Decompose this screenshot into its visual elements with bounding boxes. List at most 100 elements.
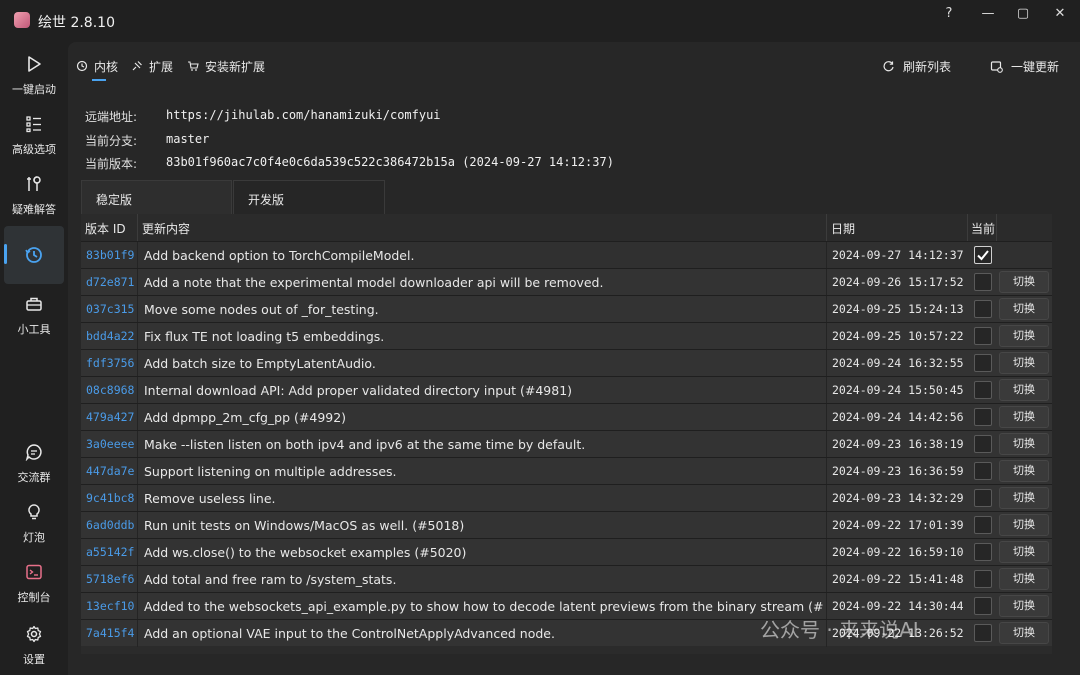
table-row[interactable]: 5718ef6 Add total and free ram to /system…	[81, 565, 1052, 593]
update-icon	[990, 60, 1003, 73]
current-checkbox[interactable]	[974, 516, 992, 534]
table-row[interactable]: 83b01f9 Add backend option to TorchCompil…	[81, 241, 1052, 269]
commit-date: 2024-09-23 14:32:29	[832, 491, 964, 505]
switch-version-button[interactable]: 切换	[999, 460, 1049, 482]
switch-version-button[interactable]: 切换	[999, 352, 1049, 374]
main-panel: 内核 扩展 安装新扩展 刷新列表 一键更新 远端地址: https://jihu…	[68, 42, 1080, 675]
switch-version-button[interactable]: 切换	[999, 406, 1049, 428]
sidebar-item-version[interactable]	[4, 226, 64, 284]
tab-dev[interactable]: 开发版	[233, 180, 385, 214]
sidebar-item-troubleshoot[interactable]: 疑难解答	[4, 166, 64, 224]
sidebar-item-label: 控制台	[17, 591, 51, 604]
sidebar-item-community[interactable]: 交流群	[4, 434, 64, 492]
current-checkbox[interactable]	[974, 327, 992, 345]
update-label: 一键更新	[1011, 59, 1060, 74]
current-checkbox[interactable]	[974, 597, 992, 615]
sidebar-item-settings[interactable]: 设置	[4, 616, 64, 674]
current-checkbox[interactable]	[974, 408, 992, 426]
version-id: 447da7e	[86, 464, 135, 478]
current-checkbox[interactable]	[974, 246, 992, 264]
sidebar-item-launch[interactable]: 一键启动	[4, 46, 64, 104]
version-id: 3a0eeee	[86, 437, 135, 451]
switch-version-button[interactable]: 切换	[999, 541, 1049, 563]
version-id: 037c315	[86, 302, 135, 316]
current-checkbox[interactable]	[974, 543, 992, 561]
version-id: 7a415f4	[86, 626, 135, 640]
sidebar: 一键启动 高级选项 疑难解答 小工具 交流群 灯泡 控制台 设置	[0, 42, 68, 675]
tab-label: 扩展	[149, 59, 174, 74]
commit-message: Internal download API: Add proper valida…	[144, 383, 573, 398]
help-button[interactable]: ?	[933, 4, 965, 24]
switch-version-button[interactable]: 切换	[999, 487, 1049, 509]
tab-install-extension[interactable]: 安装新扩展	[187, 57, 265, 75]
switch-version-button[interactable]: 切换	[999, 568, 1049, 590]
commit-message: Remove useless line.	[144, 491, 276, 506]
version-row: 当前版本: 83b01f960ac7c0f4e0c6da539c522c3864…	[85, 155, 614, 172]
tab-kernel[interactable]: 内核	[76, 57, 118, 81]
switch-version-button[interactable]: 切换	[999, 298, 1049, 320]
header-id[interactable]: 版本 ID	[85, 220, 126, 237]
current-checkbox[interactable]	[974, 462, 992, 480]
version-id: bdd4a22	[86, 329, 135, 343]
tools-icon	[23, 173, 45, 195]
commit-date: 2024-09-23 16:36:59	[832, 464, 964, 478]
current-checkbox[interactable]	[974, 300, 992, 318]
refresh-icon	[883, 60, 894, 71]
table-row[interactable]: 08c8968 Internal download API: Add proper…	[81, 376, 1052, 404]
minimize-button[interactable]: —	[972, 4, 1004, 24]
commit-message: Add dpmpp_2m_cfg_pp (#4992)	[144, 410, 347, 425]
version-id: 83b01f9	[86, 248, 135, 262]
table-row[interactable]: 447da7e Support listening on multiple add…	[81, 457, 1052, 485]
sidebar-item-lightbulb[interactable]: 灯泡	[4, 494, 64, 552]
commit-message: Add ws.close() to the websocket examples…	[144, 545, 467, 560]
tab-extensions[interactable]: 扩展	[131, 57, 173, 75]
table-row[interactable]: fdf3756 Add batch size to EmptyLatentAudi…	[81, 349, 1052, 377]
chat-icon	[23, 441, 45, 463]
table-row[interactable]: d72e871 Add a note that the experimental …	[81, 268, 1052, 296]
table-row[interactable]: 9c41bc8 Remove useless line. 2024-09-23 14…	[81, 484, 1052, 512]
console-icon	[23, 561, 45, 583]
table-row[interactable]: 6ad0ddb Run unit tests on Windows/MacOS a…	[81, 511, 1052, 539]
maximize-button[interactable]: ▢	[1007, 4, 1039, 24]
switch-version-button[interactable]: 切换	[999, 271, 1049, 293]
table-row[interactable]: 037c315 Move some nodes out of _for_testi…	[81, 295, 1052, 323]
sidebar-item-advanced[interactable]: 高级选项	[4, 106, 64, 164]
sidebar-item-console[interactable]: 控制台	[4, 554, 64, 612]
history-icon	[23, 244, 45, 266]
commit-message: Move some nodes out of _for_testing.	[144, 302, 379, 317]
switch-version-button[interactable]: 切换	[999, 325, 1049, 347]
current-checkbox[interactable]	[974, 354, 992, 372]
table-row[interactable]: 479a427 Add dpmpp_2m_cfg_pp (#4992) 2024-0…	[81, 403, 1052, 431]
header-message[interactable]: 更新内容	[142, 220, 190, 237]
header-date[interactable]: 日期	[831, 220, 855, 237]
current-checkbox[interactable]	[974, 435, 992, 453]
current-checkbox[interactable]	[974, 273, 992, 291]
current-checkbox[interactable]	[974, 570, 992, 588]
current-checkbox[interactable]	[974, 624, 992, 642]
tab-stable[interactable]: 稳定版	[81, 180, 232, 214]
header-current[interactable]: 当前	[971, 220, 995, 237]
sidebar-item-label: 高级选项	[12, 143, 56, 156]
switch-version-button[interactable]: 切换	[999, 622, 1049, 644]
current-checkbox[interactable]	[974, 489, 992, 507]
table-row[interactable]: a55142f Add ws.close() to the websocket e…	[81, 538, 1052, 566]
lightbulb-icon	[23, 501, 45, 523]
current-checkbox[interactable]	[974, 381, 992, 399]
sidebar-item-label: 灯泡	[23, 531, 45, 544]
commit-message: Support listening on multiple addresses.	[144, 464, 397, 479]
close-button[interactable]: ✕	[1044, 4, 1076, 24]
remote-address-value: https://jihulab.com/hanamizuki/comfyui	[166, 108, 441, 122]
switch-version-button[interactable]: 切换	[999, 514, 1049, 536]
table-row[interactable]: 3a0eeee Make --listen listen on both ipv4…	[81, 430, 1052, 458]
switch-version-button[interactable]: 切换	[999, 433, 1049, 455]
sidebar-item-tools[interactable]: 小工具	[4, 286, 64, 344]
refresh-list-button[interactable]: 刷新列表	[882, 57, 951, 75]
title-bar: 绘世 2.8.10 ? — ▢ ✕	[0, 0, 1080, 42]
switch-version-button[interactable]: 切换	[999, 595, 1049, 617]
one-click-update-button[interactable]: 一键更新	[990, 57, 1059, 75]
switch-version-button[interactable]: 切换	[999, 379, 1049, 401]
table-row[interactable]: bdd4a22 Fix flux TE not loading t5 embedd…	[81, 322, 1052, 350]
gear-icon	[23, 623, 45, 645]
history-icon	[76, 60, 88, 72]
refresh-label: 刷新列表	[903, 59, 952, 74]
